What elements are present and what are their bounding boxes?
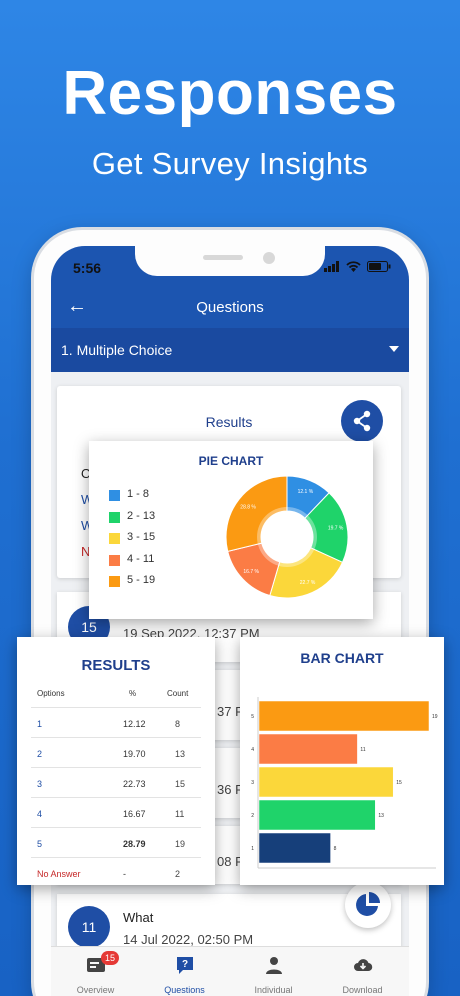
cell-count: 15 xyxy=(175,779,186,789)
pie-center-hole xyxy=(263,513,311,561)
bar-chart-card: BAR CHART 5 19 4 11 3 15 2 13 1 8 xyxy=(240,637,444,885)
bar-5 xyxy=(258,700,430,732)
cell-option: 4 xyxy=(37,809,43,819)
cell-option: 5 xyxy=(37,839,43,849)
promo-headline: Responses xyxy=(62,59,398,128)
svg-text:?: ? xyxy=(182,959,188,970)
cell-percent: 28.79 xyxy=(123,839,146,849)
bar-chart: 5 19 4 11 3 15 2 13 1 8 xyxy=(251,697,438,869)
cell-percent: 12.12 xyxy=(123,719,146,729)
response-number: 11 xyxy=(68,906,110,948)
table-row: 4 16.67 11 xyxy=(31,797,201,827)
response-title: What xyxy=(123,910,154,925)
question-dropdown[interactable]: 1. Multiple Choice xyxy=(51,328,409,372)
column-header-options: Options xyxy=(37,689,65,698)
table-row: 1 12.12 8 xyxy=(31,707,201,737)
tab-questions[interactable]: ? Questions xyxy=(140,947,229,996)
signal-icon xyxy=(324,261,339,272)
share-icon xyxy=(353,410,371,432)
download-cloud-icon xyxy=(354,959,373,972)
tab-label: Overview xyxy=(76,985,115,995)
phone-notch xyxy=(135,246,325,276)
chart-toggle-button[interactable] xyxy=(345,882,391,928)
tab-download[interactable]: Download xyxy=(318,947,407,996)
app-bar: ← Questions xyxy=(51,290,409,328)
cell-count: 13 xyxy=(175,749,186,759)
promo-subheadline: Get Survey Insights xyxy=(91,146,369,181)
cell-option: 2 xyxy=(37,749,43,759)
bar-1 xyxy=(258,832,331,864)
bar-2 xyxy=(258,799,376,831)
pie-slice-label: 16.7 % xyxy=(243,569,259,575)
bar-value-label: 11 xyxy=(360,747,365,753)
bar-category-label: 2 xyxy=(251,813,254,819)
pie-slice-label: 19.7 % xyxy=(328,526,344,532)
pie-slice-label: 12.1 % xyxy=(298,489,314,495)
pie-chart: 12.1 % 19.7 % 22.7 % 16.7 % 28.8 % xyxy=(225,475,349,599)
bar-3 xyxy=(258,766,394,798)
status-icons xyxy=(324,261,391,272)
tab-overview[interactable]: 15 Overview xyxy=(51,947,140,996)
tab-individual[interactable]: Individual xyxy=(229,947,318,996)
tab-label: Questions xyxy=(164,985,205,995)
pie-slice-label: 22.7 % xyxy=(300,580,316,586)
pie-slice-label: 28.8 % xyxy=(240,504,256,510)
table-row: No Answer - 2 xyxy=(31,857,201,887)
overview-badge: 15 xyxy=(101,951,119,965)
cell-count: 11 xyxy=(175,809,185,819)
pie-chart-icon xyxy=(356,892,380,916)
table-row: 2 19.70 13 xyxy=(31,737,201,767)
bar-category-label: 4 xyxy=(251,747,254,753)
cell-option: No Answer xyxy=(37,869,81,879)
results-table-title: RESULTS xyxy=(81,657,151,674)
share-button[interactable] xyxy=(341,400,383,442)
bar-value-label: 13 xyxy=(378,813,384,819)
bar-4 xyxy=(258,733,358,765)
cell-percent: 22.73 xyxy=(123,779,146,789)
cell-count: 2 xyxy=(175,869,181,879)
cell-percent: 19.70 xyxy=(123,749,146,759)
status-bar: 5:56 xyxy=(51,246,409,290)
column-header-percent: % xyxy=(129,689,137,698)
cell-option: 1 xyxy=(37,719,43,729)
response-date: 14 Jul 2022, 02:50 PM xyxy=(123,932,254,947)
bar-category-label: 5 xyxy=(251,714,254,720)
bottom-tab-bar: 15 Overview ? Questions Individual Downl… xyxy=(51,946,409,996)
tab-label: Individual xyxy=(254,985,293,995)
bar-value-label: 19 xyxy=(432,714,438,720)
cell-percent: 16.67 xyxy=(123,809,146,819)
table-row: 5 28.79 19 xyxy=(31,827,201,857)
bar-category-label: 1 xyxy=(251,846,254,852)
page-title: Questions xyxy=(196,299,264,316)
questions-icon: ? xyxy=(177,957,193,974)
cell-count: 8 xyxy=(175,719,181,729)
bar-value-label: 15 xyxy=(396,780,402,786)
column-header-count: Count xyxy=(167,689,189,698)
cell-count: 19 xyxy=(175,839,186,849)
table-row: 3 22.73 15 xyxy=(31,767,201,797)
battery-icon xyxy=(367,261,391,272)
pie-chart-card: PIE CHART 1 - 8 2 - 13 3 - 15 4 - 11 5 -… xyxy=(89,441,373,619)
bar-value-label: 8 xyxy=(334,846,337,852)
chevron-down-icon xyxy=(389,346,399,352)
bar-category-label: 3 xyxy=(251,780,254,786)
status-time: 5:56 xyxy=(73,260,102,276)
tab-label: Download xyxy=(342,985,383,995)
wifi-icon xyxy=(346,261,361,272)
question-dropdown-value: 1. Multiple Choice xyxy=(61,342,173,358)
cell-percent: - xyxy=(123,869,126,879)
results-table-card: RESULTS Options % Count 1 12.12 8 2 19.70 13 3… xyxy=(17,637,215,885)
cell-option: 3 xyxy=(37,779,43,789)
person-icon xyxy=(266,957,282,974)
